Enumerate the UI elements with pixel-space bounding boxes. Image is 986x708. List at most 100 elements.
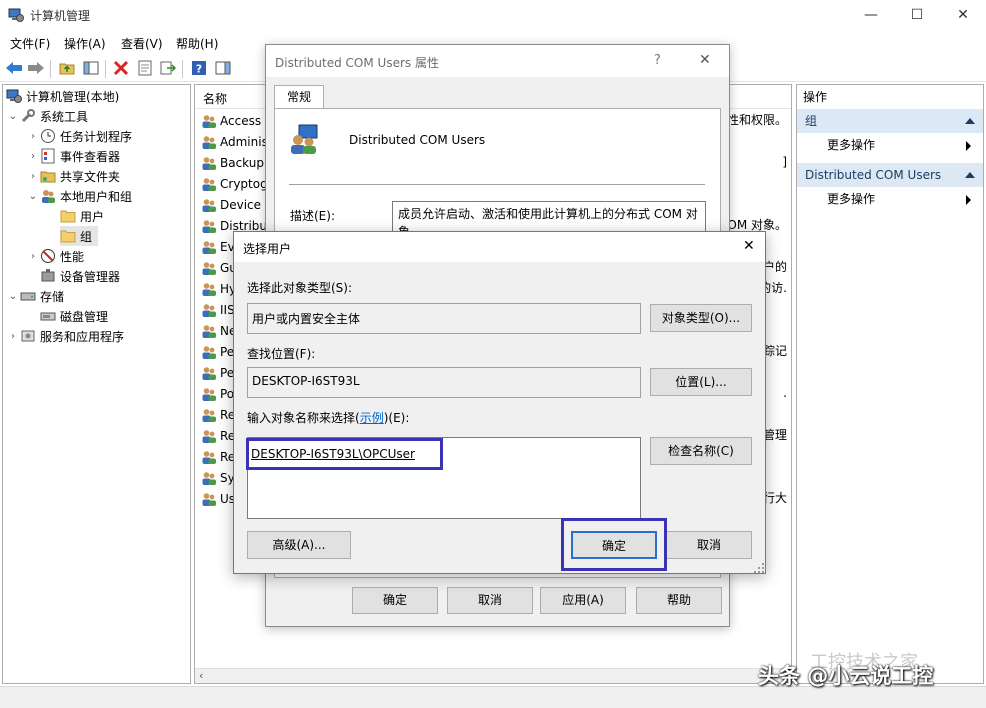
tree-item-label: 组 [80,229,93,244]
table-row[interactable]: Re [201,446,235,467]
ok-button[interactable]: 确定 [352,587,438,614]
tree-item-system-tools[interactable]: ⌄ 系统工具 [6,106,88,126]
highlight-box [246,438,443,470]
table-row[interactable]: Po [201,383,234,404]
chevron-down-icon[interactable]: ⌄ [6,291,20,302]
examples-link[interactable]: 示例 [360,411,384,425]
properties-titlebar: Distributed COM Users 属性 ? ✕ [266,45,729,77]
scroll-left-icon[interactable]: ‹ [199,669,203,682]
chevron-right-icon[interactable]: › [26,131,40,142]
chevron-right-icon[interactable]: › [6,331,20,342]
table-row[interactable]: Re [201,425,235,446]
properties-icon[interactable] [135,58,155,78]
table-row[interactable]: Access C [201,110,273,131]
tree-item-storage[interactable]: ⌄ 存储 [6,286,64,306]
table-row[interactable]: Re [201,404,235,425]
collapse-icon[interactable] [965,172,975,178]
tree-item-task-scheduler[interactable]: › 任务计划程序 [26,126,132,146]
tree-item-disk-management[interactable]: 磁盘管理 [40,306,108,326]
check-names-button[interactable]: 检查名称(C) [650,437,752,465]
up-folder-icon[interactable] [57,58,77,78]
tree-item-event-viewer[interactable]: › 事件查看器 [26,146,120,166]
table-row[interactable]: Device C [201,194,273,215]
chevron-down-icon[interactable]: ⌄ [6,111,20,122]
group-icon [201,302,217,318]
close-button[interactable]: ✕ [699,52,711,68]
highlight-box [561,518,667,571]
disk-icon [40,308,56,324]
menu-help[interactable]: 帮助(H) [176,35,218,52]
object-types-button[interactable]: 对象类型(O)... [650,304,752,332]
help-icon[interactable]: ? [189,58,209,78]
table-row[interactable]: Pe [201,341,234,362]
main-titlebar: 计算机管理 — ☐ ✕ [0,0,986,31]
more-actions-item[interactable]: 更多操作 [827,188,977,210]
tree-item-device-manager[interactable]: 设备管理器 [40,266,120,286]
computer-management-icon [6,88,22,104]
navigation-tree: 计算机管理(本地) ⌄ 系统工具 › 任务计划程序 › 事件查看器 › 共享文件… [2,84,191,684]
tree-item-shared-folders[interactable]: › 共享文件夹 [26,166,120,186]
more-actions-item[interactable]: 更多操作 [827,134,977,156]
column-header-name[interactable]: 名称 [203,90,227,107]
show-hide-action-pane-icon[interactable] [213,58,233,78]
menu-file[interactable]: 文件(F) [10,35,50,52]
tree-item-label: 性能 [60,249,85,264]
table-row[interactable]: Gu [201,257,237,278]
help-button[interactable]: ? [654,53,661,68]
actions-group-groups[interactable]: 组 [797,109,983,133]
group-icon [201,323,217,339]
table-row[interactable]: Pe [201,362,234,383]
table-row[interactable]: Cryptog [201,173,268,194]
cancel-button[interactable]: 取消 [447,587,533,614]
export-list-icon[interactable] [158,58,178,78]
forward-arrow-icon[interactable] [26,58,46,78]
advanced-button[interactable]: 高级(A)... [247,531,351,559]
close-button[interactable]: ✕ [743,238,755,254]
tree-item-users[interactable]: 用户 [60,206,104,226]
table-row[interactable]: Backup [201,152,264,173]
folder-icon [60,208,76,224]
tree-item-root[interactable]: 计算机管理(本地) [6,86,119,106]
tree-item-performance[interactable]: › 性能 [26,246,84,266]
tree-item-services-apps[interactable]: › 服务和应用程序 [6,326,124,346]
select-users-title: 选择用户 [243,242,292,256]
description-label: 描述(E): [290,209,335,223]
menu-view[interactable]: 查看(V) [121,35,163,52]
back-arrow-icon[interactable] [4,58,24,78]
group-icon [201,239,217,255]
help-button[interactable]: 帮助 [636,587,722,614]
chevron-right-icon[interactable]: › [26,251,40,262]
table-row[interactable]: Hy [201,278,236,299]
collapse-icon[interactable] [965,118,975,124]
toolbar-separator [182,60,183,78]
delete-icon[interactable] [111,58,131,78]
menu-action[interactable]: 操作(A) [64,35,106,52]
group-icon [201,470,217,486]
description-fragment: . [783,386,787,400]
chevron-right-icon[interactable]: › [26,151,40,162]
apply-button[interactable]: 应用(A) [540,587,626,614]
tree-item-groups[interactable]: 组 [60,226,99,246]
description-fragment: ] [782,155,787,169]
tree-item-local-users-groups[interactable]: ⌄ 本地用户和组 [26,186,132,206]
locations-button[interactable]: 位置(L)... [650,368,752,396]
tab-general[interactable]: 常规 [274,85,324,109]
show-hide-tree-icon[interactable] [81,58,101,78]
table-row[interactable]: IIS [201,299,235,320]
chevron-down-icon[interactable]: ⌄ [26,191,40,202]
close-button[interactable]: ✕ [940,0,986,31]
chevron-right-icon[interactable]: › [26,171,40,182]
table-row[interactable]: Us [201,488,235,509]
horizontal-scrollbar[interactable]: ‹ [195,668,791,683]
maximize-button[interactable]: ☐ [894,0,940,31]
more-actions-label: 更多操作 [827,138,876,152]
table-row[interactable]: Administ [201,131,273,152]
minimize-button[interactable]: — [848,0,894,31]
table-row[interactable]: Ne [201,320,236,341]
submenu-arrow-icon [966,141,971,151]
cancel-button[interactable]: 取消 [666,531,752,559]
actions-group-dcom-users[interactable]: Distributed COM Users [797,163,983,187]
group-icon [201,176,217,192]
tree-item-label: 服务和应用程序 [40,329,125,344]
resize-grip-icon[interactable] [753,562,765,574]
